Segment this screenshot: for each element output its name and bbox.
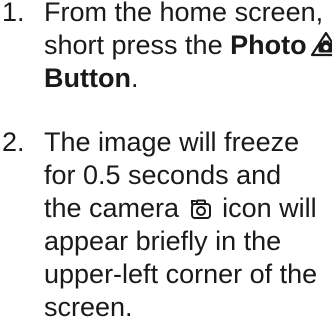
step-line: appear briefly in the [44, 225, 332, 258]
camera-icon [189, 197, 213, 221]
step-line: short press the Photo [44, 29, 332, 62]
step-number: 1. [2, 0, 25, 27]
step-text: From the home screen, short press the Ph… [44, 0, 332, 95]
step-text: The image will freeze for 0.5 seconds an… [44, 126, 332, 324]
photo-button-icon [309, 30, 332, 58]
text-run: . [130, 63, 139, 93]
step-line: the camera icon will [44, 192, 332, 225]
step-line: for 0.5 seconds and [44, 159, 332, 192]
text-run: the camera [44, 193, 187, 223]
text-run: upper-left corner of the [44, 259, 318, 289]
text-run: for 0.5 seconds and [44, 160, 282, 190]
step-line: From the home screen, [44, 0, 332, 29]
text-run: The image will freeze [44, 127, 300, 157]
step-line: screen. [44, 291, 332, 324]
text-run: short press the [44, 30, 231, 60]
text-run: icon will [214, 193, 317, 223]
button-label: Button [44, 63, 131, 93]
text-run: screen. [44, 292, 133, 322]
text-run: From the home screen, [44, 0, 324, 27]
step-line: Button. [44, 62, 332, 95]
step-line: The image will freeze [44, 126, 332, 159]
text-run: appear briefly in the [44, 226, 282, 256]
step-line: upper-left corner of the [44, 258, 332, 291]
photo-label: Photo [230, 30, 307, 60]
step-number: 2. [2, 127, 25, 157]
